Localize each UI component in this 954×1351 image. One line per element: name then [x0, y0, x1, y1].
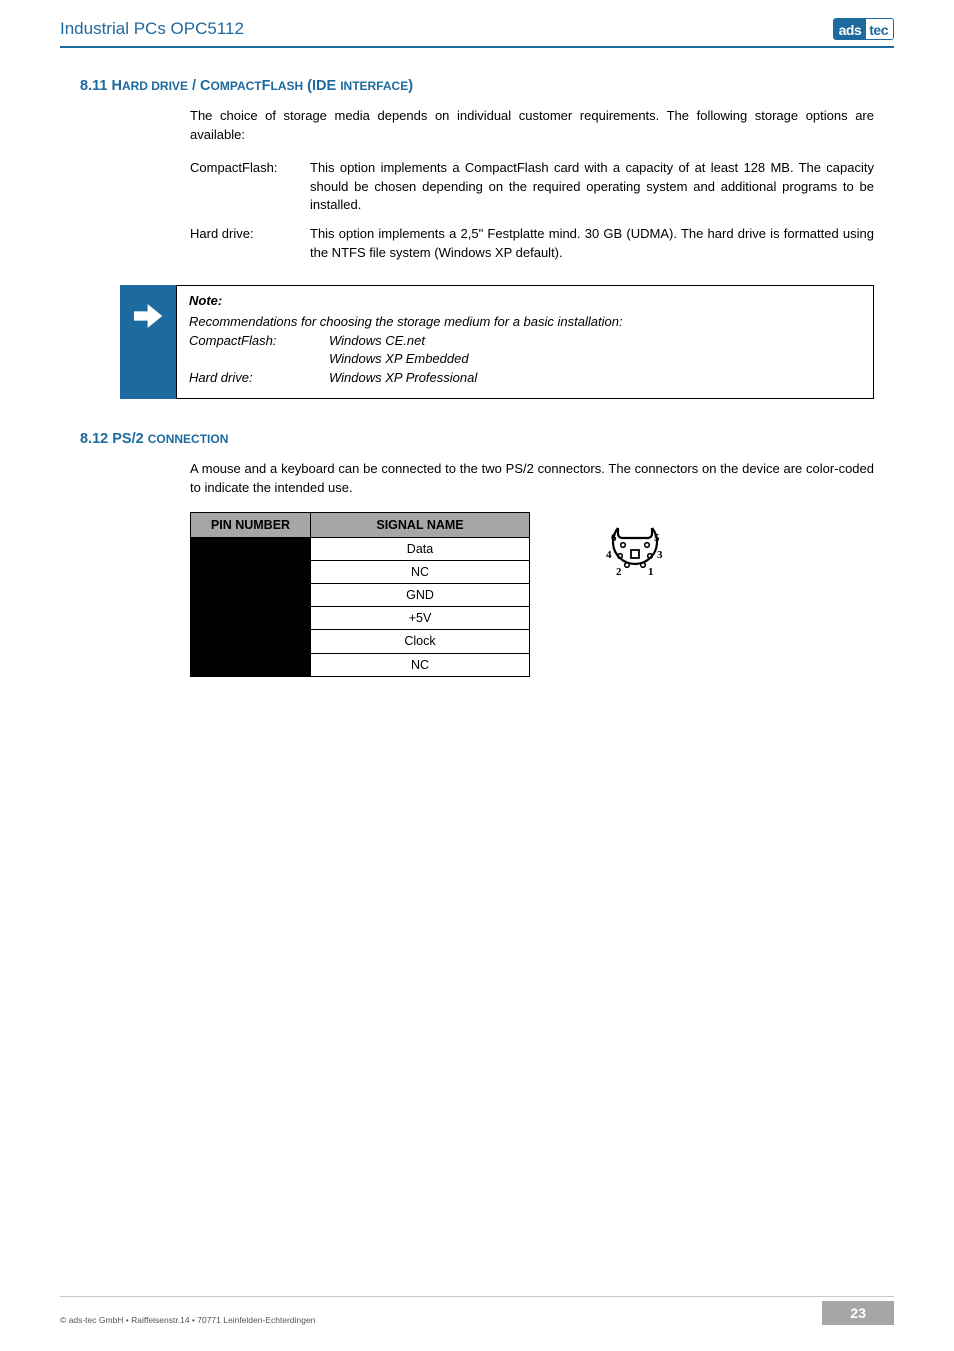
note-row-cf: CompactFlash: Windows CE.net [189, 332, 861, 351]
ps2-connector-icon: 6 5 4 3 2 1 [600, 512, 670, 584]
term-cf: CompactFlash: [190, 159, 310, 216]
note-icon-cell [120, 285, 176, 399]
cell-signal: Data [311, 537, 530, 560]
table-row: Data [191, 537, 530, 560]
h-d: OMPACT [211, 79, 262, 93]
table-header-row: PIN NUMBER SIGNAL NAME [191, 512, 530, 537]
heading-811: 8.11 HARD DRIVE / COMPACTFLASH (IDE INTE… [80, 76, 874, 97]
logo: ads tec [833, 18, 894, 40]
page-header: Industrial PCs OPC5112 ads tec [0, 0, 954, 46]
note-row-hd: Hard drive: Windows XP Professional [189, 369, 861, 388]
pin4-label: 4 [606, 549, 612, 561]
note-cf-v2: Windows XP Embedded [329, 350, 861, 369]
cell-signal: GND [311, 584, 530, 607]
h2-b: CONNECTION [148, 432, 229, 446]
h-num: 8.11 [80, 78, 111, 94]
note-row-cf2: Windows XP Embedded [189, 350, 861, 369]
logo-right: tec [866, 19, 893, 39]
cell-blank [191, 584, 311, 607]
h-c: / C [188, 78, 211, 94]
h2-a: PS/2 [112, 431, 147, 447]
ps2-block: PIN NUMBER SIGNAL NAME Data NC GND +5V C… [190, 512, 874, 677]
pin3-label: 3 [657, 549, 663, 561]
table-row: NC [191, 561, 530, 584]
cell-blank [191, 607, 311, 630]
heading-812: 8.12 PS/2 CONNECTION [80, 429, 874, 450]
cell-blank [191, 561, 311, 584]
note-title: Note: [189, 292, 861, 311]
term-hd: Hard drive: [190, 225, 310, 263]
footer-rule [60, 1296, 894, 1297]
arrow-right-icon [131, 299, 165, 333]
note-hd-v1: Windows XP Professional [329, 369, 861, 388]
h-a: H [111, 78, 121, 94]
pin-table: PIN NUMBER SIGNAL NAME Data NC GND +5V C… [190, 512, 530, 677]
pin1-label: 1 [648, 566, 654, 578]
note-cf-v1: Windows CE.net [329, 332, 861, 351]
cell-blank [191, 653, 311, 676]
cell-signal: NC [311, 561, 530, 584]
cell-blank [191, 630, 311, 653]
def-compactflash: CompactFlash: This option implements a C… [190, 159, 874, 216]
note-box: Note: Recommendations for choosing the s… [120, 285, 874, 399]
cell-signal: NC [311, 653, 530, 676]
sec811-intro: The choice of storage media depends on i… [190, 107, 874, 145]
header-title: Industrial PCs OPC5112 [60, 19, 244, 39]
table-row: NC [191, 653, 530, 676]
header-rule [60, 46, 894, 48]
note-cf-label: CompactFlash: [189, 332, 329, 351]
cell-signal: Clock [311, 630, 530, 653]
footer-copyright: © ads-tec GmbH • Raiffeisenstr.14 • 7077… [60, 1315, 315, 1325]
h-i: ) [408, 78, 413, 94]
def-harddrive: Hard drive: This option implements a 2,5… [190, 225, 874, 263]
desc-cf: This option implements a CompactFlash ca… [310, 159, 874, 216]
th-pin: PIN NUMBER [191, 512, 311, 537]
note-hd-label: Hard drive: [189, 369, 329, 388]
note-rec: Recommendations for choosing the storage… [189, 313, 861, 332]
h-b: ARD DRIVE [122, 79, 188, 93]
logo-left: ads [834, 19, 867, 39]
pin5-label: 5 [654, 532, 660, 544]
ps2-flex: PIN NUMBER SIGNAL NAME Data NC GND +5V C… [190, 512, 874, 677]
sec812-intro: A mouse and a keyboard can be connected … [190, 460, 874, 498]
table-row: Clock [191, 630, 530, 653]
footer-page: 23 [822, 1301, 894, 1325]
th-signal: SIGNAL NAME [311, 512, 530, 537]
note-blank [189, 350, 329, 369]
cell-signal: +5V [311, 607, 530, 630]
h-f: LASH [270, 79, 303, 93]
h-g: (IDE [303, 78, 340, 94]
cell-blank [191, 537, 311, 560]
table-row: GND [191, 584, 530, 607]
content: 8.11 HARD DRIVE / COMPACTFLASH (IDE INTE… [0, 76, 954, 677]
h-h: INTERFACE [340, 79, 408, 93]
footer: © ads-tec GmbH • Raiffeisenstr.14 • 7077… [60, 1301, 894, 1325]
h2-num: 8.12 [80, 431, 112, 447]
note-body: Note: Recommendations for choosing the s… [176, 285, 874, 399]
pin6-label: 6 [611, 532, 617, 544]
table-row: +5V [191, 607, 530, 630]
desc-hd: This option implements a 2,5" Festplatte… [310, 225, 874, 263]
pin2-label: 2 [616, 566, 622, 578]
